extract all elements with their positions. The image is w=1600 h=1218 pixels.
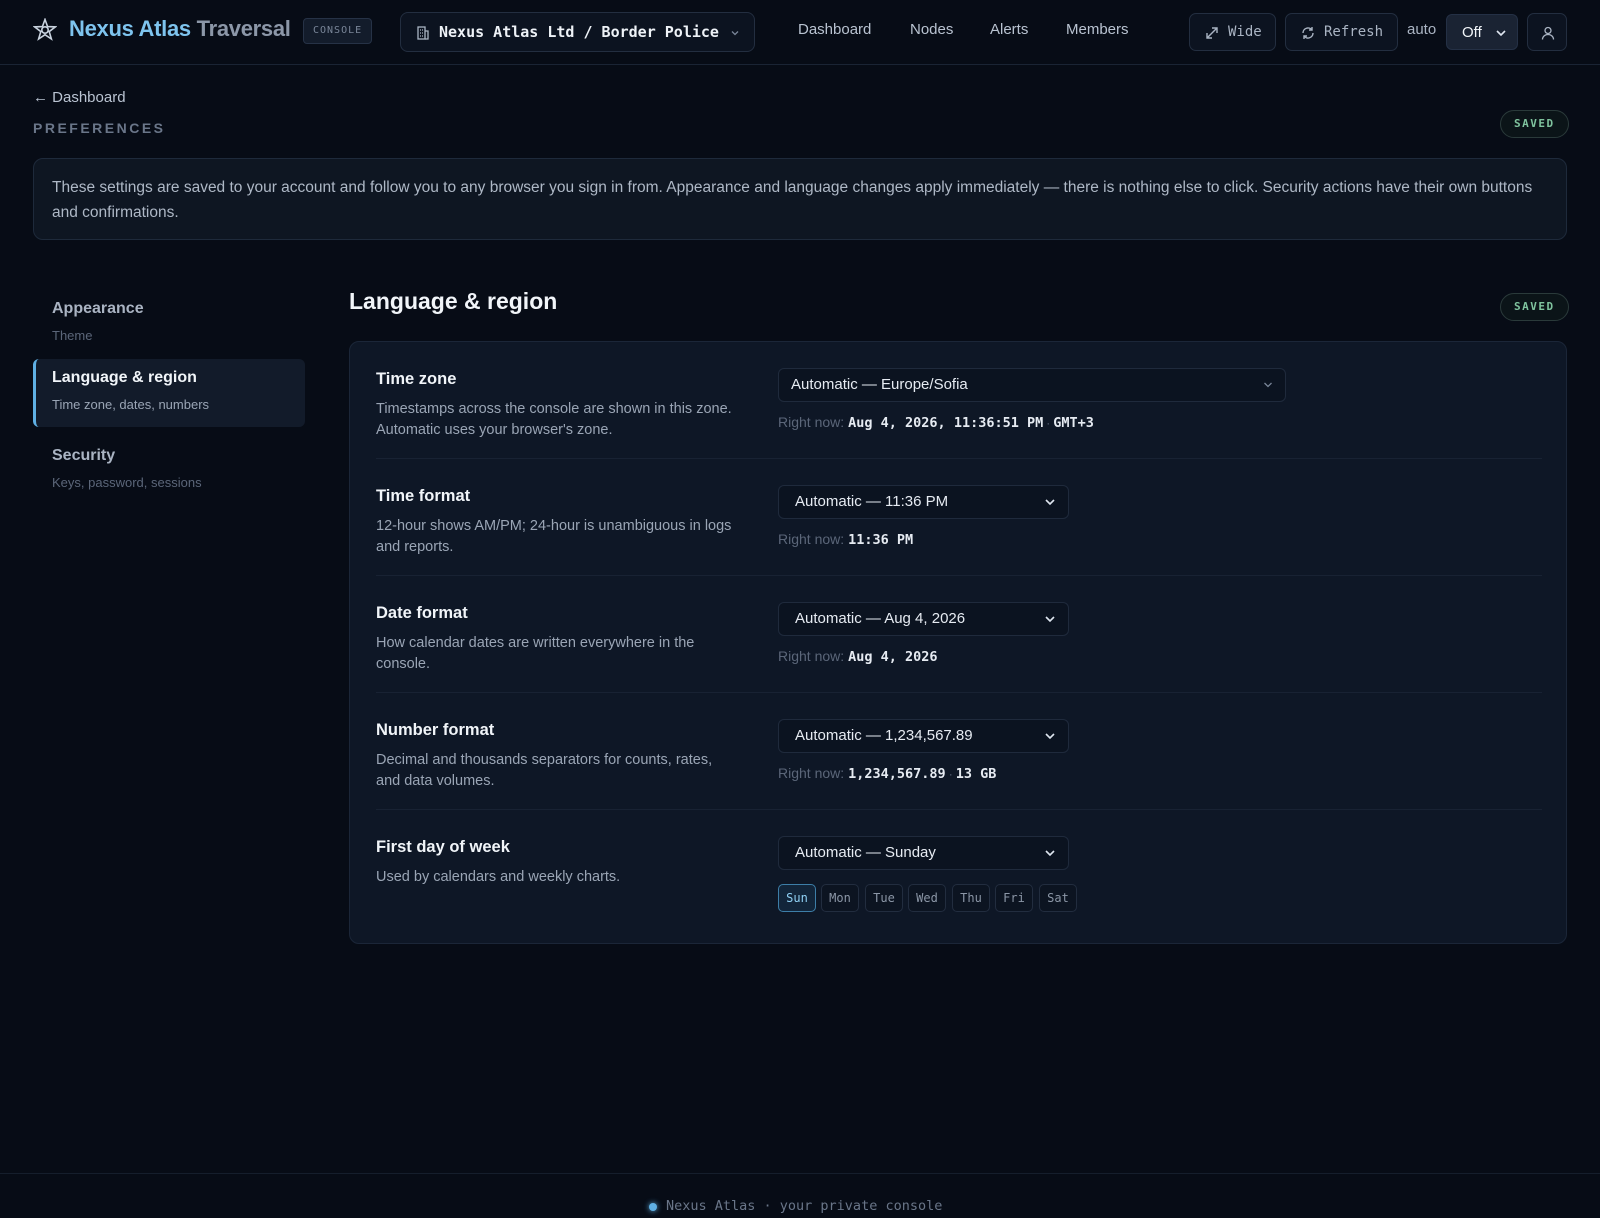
time-zone-value: Automatic — Europe/Sofia (791, 376, 968, 393)
page-saved-badge: SAVED (1500, 110, 1569, 138)
date-format-value: Automatic — Aug 4, 2026 (795, 610, 966, 627)
page-eyebrow: PREFERENCES (33, 120, 166, 136)
setting-row-date-format: Date format How calendar dates are writt… (376, 576, 1542, 693)
top-bar: Nexus Atlas Traversal CONSOLE Nexus Atla… (0, 0, 1600, 65)
chevron-down-icon (1044, 498, 1056, 506)
wide-button-label: Wide (1228, 24, 1262, 40)
time-format-preview: Right now: 11:36 PM (778, 531, 913, 548)
preview-value: Aug 4, 2026 (848, 649, 938, 665)
chevron-down-icon (1044, 615, 1056, 623)
user-menu-button[interactable] (1527, 13, 1567, 51)
console-badge: CONSOLE (303, 18, 373, 44)
sidebar-item-security[interactable]: Security Keys, password, sessions (33, 437, 305, 505)
chevron-down-icon (1263, 381, 1273, 389)
setting-row-time-zone: Time zone Timestamps across the console … (376, 342, 1542, 459)
setting-label: Time zone (376, 370, 457, 388)
setting-description: Used by calendars and weekly charts. (376, 869, 621, 885)
day-chip-tue: Tue (865, 884, 903, 912)
right-now-label: Right now: (778, 531, 845, 547)
user-icon (1540, 25, 1556, 41)
settings-card: Time zone Timestamps across the console … (349, 341, 1567, 944)
day-chip-sat: Sat (1039, 884, 1077, 912)
sidebar-item-subtitle: Keys, password, sessions (52, 475, 202, 490)
preview-value: Aug 4, 2026, 11:36:51 PM (848, 415, 1044, 431)
day-chip-sun: Sun (778, 884, 816, 912)
footer-text: Nexus Atlas · your private console (666, 1198, 943, 1214)
preview-value: 11:36 PM (848, 532, 914, 548)
date-format-preview: Right now: Aug 4, 2026 (778, 648, 938, 665)
day-chip-thu: Thu (952, 884, 990, 912)
brand-logo-icon[interactable] (33, 18, 57, 42)
nav-alerts[interactable]: Alerts (990, 21, 1028, 38)
wide-button[interactable]: Wide (1189, 13, 1276, 51)
auto-refresh-value: Off (1462, 24, 1482, 41)
sidebar-item-title: Security (52, 447, 116, 464)
first-day-value: Automatic — Sunday (795, 844, 936, 861)
setting-label: First day of week (376, 838, 510, 856)
back-to-dashboard-link[interactable]: ← Dashboard (33, 89, 126, 106)
chevron-down-icon (1495, 28, 1507, 38)
preview-extra: 13 GB (955, 766, 997, 782)
building-icon (415, 25, 431, 41)
brand-secondary: Traversal (196, 16, 291, 41)
day-chip-fri: Fri (995, 884, 1033, 912)
expand-icon (1204, 25, 1220, 41)
preview-value: 1,234,567.89 (848, 766, 946, 782)
info-banner: These settings are saved to your account… (33, 158, 1567, 240)
org-selector[interactable]: Nexus Atlas Ltd / Border Police (400, 12, 755, 52)
nav-dashboard[interactable]: Dashboard (798, 21, 871, 38)
footer: Nexus Atlas · your private console (0, 1173, 1600, 1218)
number-format-value: Automatic — 1,234,567.89 (795, 727, 973, 744)
right-now-label: Right now: (778, 414, 845, 430)
refresh-button-label: Refresh (1324, 24, 1384, 40)
setting-description: Timestamps across the console are shown … (376, 401, 732, 438)
setting-description: 12-hour shows AM/PM; 24-hour is unambigu… (376, 518, 732, 555)
brand-primary: Nexus Atlas (69, 16, 191, 41)
status-dot-icon (649, 1203, 657, 1211)
sidebar-item-language-region[interactable]: Language & region Time zone, dates, numb… (33, 359, 305, 427)
day-chip-wed: Wed (908, 884, 946, 912)
brand-name[interactable]: Nexus Atlas Traversal (69, 16, 291, 42)
sidebar-item-title: Appearance (52, 300, 144, 317)
sidebar-item-subtitle: Theme (52, 328, 93, 343)
setting-row-first-day-of-week: First day of week Used by calendars and … (376, 810, 1542, 927)
setting-label: Time format (376, 487, 471, 505)
time-zone-preview: Right now: Aug 4, 2026, 11:36:51 PM · GMT+3 (778, 414, 1094, 431)
sidebar-item-subtitle: Time zone, dates, numbers (52, 397, 210, 412)
time-format-value: Automatic — 11:36 PM (795, 493, 949, 510)
time-format-select[interactable]: Automatic — 11:36 PM (778, 485, 1069, 519)
right-now-label: Right now: (778, 765, 845, 781)
time-zone-select[interactable]: Automatic — Europe/Sofia (778, 368, 1286, 402)
number-format-select[interactable]: Automatic — 1,234,567.89 (778, 719, 1069, 753)
section-title: Language & region (349, 288, 558, 314)
chevron-down-icon (730, 28, 740, 38)
org-selector-label: Nexus Atlas Ltd / Border Police (439, 23, 719, 41)
date-format-select[interactable]: Automatic — Aug 4, 2026 (778, 602, 1069, 636)
first-day-select[interactable]: Automatic — Sunday (778, 836, 1069, 870)
day-chip-mon: Mon (821, 884, 859, 912)
refresh-button[interactable]: Refresh (1285, 13, 1398, 51)
right-now-label: Right now: (778, 648, 845, 664)
setting-description: Decimal and thousands separators for cou… (376, 752, 713, 789)
setting-label: Date format (376, 604, 468, 622)
setting-row-number-format: Number format Decimal and thousands sepa… (376, 693, 1542, 810)
refresh-icon (1300, 25, 1316, 41)
section-saved-badge: SAVED (1500, 293, 1569, 321)
auto-refresh-select[interactable]: Off (1446, 14, 1518, 50)
sidebar-item-appearance[interactable]: Appearance Theme (33, 290, 305, 358)
chevron-down-icon (1044, 732, 1056, 740)
setting-description: How calendar dates are written everywher… (376, 635, 695, 672)
nav-nodes[interactable]: Nodes (910, 21, 953, 38)
setting-label: Number format (376, 721, 495, 739)
auto-refresh-label: auto (1407, 21, 1437, 38)
setting-row-time-format: Time format 12-hour shows AM/PM; 24-hour… (376, 459, 1542, 576)
nav-members[interactable]: Members (1066, 21, 1129, 38)
sidebar-item-title: Language & region (52, 369, 197, 386)
preview-extra: GMT+3 (1053, 415, 1094, 431)
number-format-preview: Right now: 1,234,567.89 · 13 GB (778, 765, 997, 782)
chevron-down-icon (1044, 849, 1056, 857)
